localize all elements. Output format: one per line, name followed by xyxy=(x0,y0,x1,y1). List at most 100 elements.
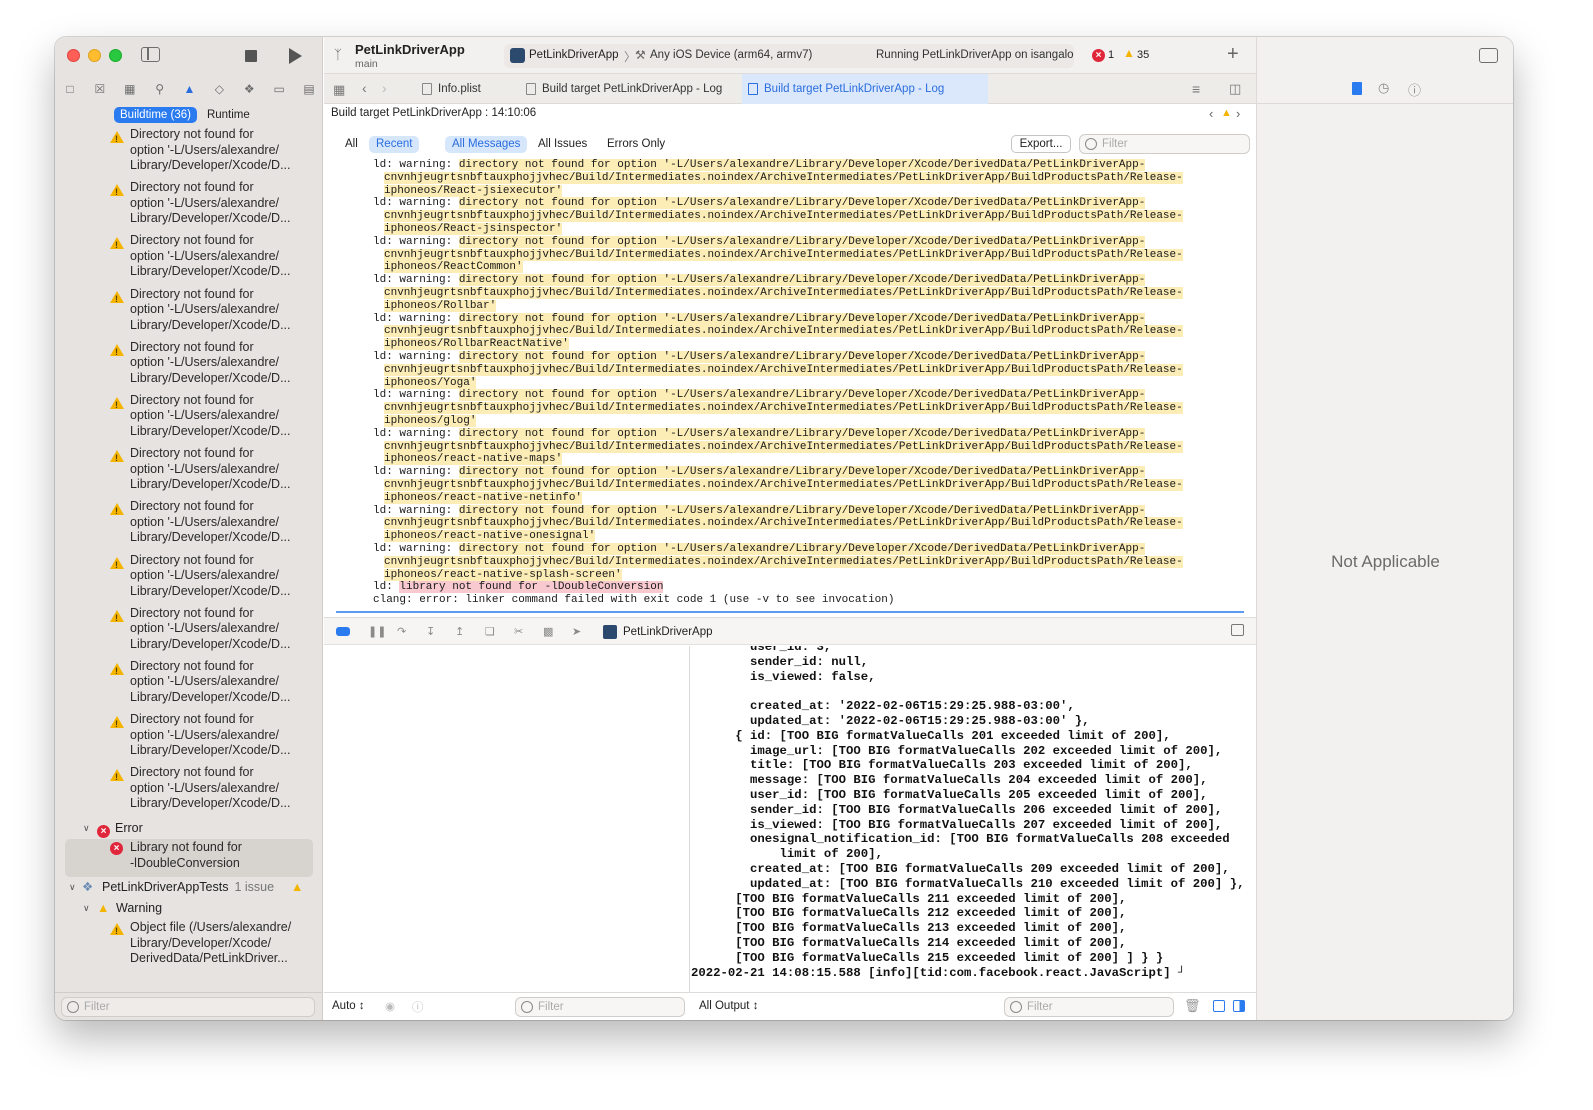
error-count[interactable]: 1 xyxy=(1108,49,1114,61)
tab-build-log-1[interactable]: Build target PetLinkDriverApp - Log xyxy=(520,74,740,104)
console-line: limit of 200], xyxy=(691,847,883,862)
file-inspector-icon[interactable] xyxy=(1352,82,1362,95)
back-icon[interactable]: ‹ xyxy=(362,80,367,96)
plist-icon xyxy=(422,83,432,95)
variables-scope-select[interactable]: Auto ↕ xyxy=(332,1000,365,1012)
log-filter-input[interactable]: Filter xyxy=(1079,134,1250,154)
forward-icon[interactable]: › xyxy=(382,80,387,96)
warning-issue-item[interactable]: Directory not found foroption '-L/Users/… xyxy=(55,446,323,499)
inspector-toggle-icon[interactable] xyxy=(1479,48,1498,63)
memory-graph-icon[interactable]: ✂ xyxy=(514,626,528,638)
console-filter-input[interactable]: Filter xyxy=(1004,997,1174,1017)
tab-build-log-2[interactable]: Build target PetLinkDriverApp - Log xyxy=(742,74,988,104)
sidebar-toggle-icon[interactable] xyxy=(141,47,160,62)
export-button[interactable]: Export... xyxy=(1011,135,1071,153)
warning-issue-item[interactable]: Directory not found foroption '-L/Users/… xyxy=(55,606,323,659)
filter-recent[interactable]: Recent xyxy=(369,136,420,153)
help-icon[interactable]: ⓘ xyxy=(1408,80,1421,99)
warning-issue-item[interactable]: Directory not found foroption '-L/Users/… xyxy=(55,712,323,765)
chevron-down-icon[interactable]: ∨ xyxy=(83,818,90,839)
console-output: user_id: 3, sender_id: null, is_viewed: … xyxy=(691,646,1256,992)
add-icon[interactable]: + xyxy=(1227,43,1239,66)
warning-issue-item[interactable]: Directory not found foroption '-L/Users/… xyxy=(55,553,323,606)
maximize-console-icon[interactable] xyxy=(1231,624,1244,636)
warning-issue-item[interactable]: Directory not found foroption '-L/Users/… xyxy=(55,340,323,393)
search-icon[interactable]: ⚲ xyxy=(153,82,167,96)
location-icon[interactable]: ➤ xyxy=(572,626,586,638)
filter-all[interactable]: All xyxy=(338,136,365,153)
warning-issue-item[interactable]: Directory not found foroption '-L/Users/… xyxy=(55,287,323,340)
show-variables-icon[interactable] xyxy=(1213,1000,1225,1012)
zoom-window-button[interactable] xyxy=(109,49,122,62)
pause-icon[interactable]: ❚❚ xyxy=(368,626,386,638)
error-issue-item[interactable]: × Library not found for -lDoubleConversion xyxy=(55,839,323,877)
folder-icon[interactable]: □ xyxy=(63,82,77,96)
stop-icon[interactable] xyxy=(245,50,257,62)
error-group[interactable]: ∨ × Error xyxy=(55,818,323,839)
step-into-icon[interactable]: ↧ xyxy=(426,626,440,638)
log-warning-entry: ld: warning: directory not found for opt… xyxy=(373,235,1224,274)
warning-issue-item[interactable]: Directory not found foroption '-L/Users/… xyxy=(55,659,323,712)
navigator-filter-input[interactable]: Filter xyxy=(61,997,315,1017)
process-label[interactable]: PetLinkDriverApp xyxy=(623,626,712,638)
warning-issue-item[interactable]: Directory not found foroption '-L/Users/… xyxy=(55,233,323,286)
breakpoint-icon[interactable]: ▭ xyxy=(272,82,286,96)
filter-all-messages[interactable]: All Messages xyxy=(445,136,528,153)
info-icon[interactable]: ⓘ xyxy=(412,999,424,1015)
warning-issue-item[interactable]: Directory not found foroption '-L/Users/… xyxy=(55,499,323,552)
grid-icon[interactable]: ▦ xyxy=(333,82,345,98)
warning-issue-item[interactable]: Directory not found foroption '-L/Users/… xyxy=(55,393,323,446)
warning-issue-item[interactable]: Directory not found foroption '-L/Users/… xyxy=(55,127,323,180)
warning-count[interactable]: 35 xyxy=(1137,49,1149,61)
issue-navigator-icon[interactable]: ▲ xyxy=(183,82,197,96)
debug-icon[interactable]: ❖ xyxy=(242,82,256,96)
run-icon[interactable] xyxy=(289,48,302,64)
segment-buildtime[interactable]: Buildtime (36) xyxy=(114,107,197,123)
console-line: [TOO BIG formatValueCalls 212 exceeded l… xyxy=(691,906,1127,921)
log-prefix: ld: warning: xyxy=(373,274,459,287)
step-over-icon[interactable]: ↷ xyxy=(397,626,411,638)
history-icon[interactable]: ◷ xyxy=(1378,80,1389,96)
chevron-down-icon[interactable]: ∨ xyxy=(83,898,90,919)
step-out-icon[interactable]: ↥ xyxy=(455,626,469,638)
close-window-button[interactable] xyxy=(67,49,80,62)
warning-icon xyxy=(110,503,124,520)
object-file-issue-item[interactable]: Object file (/Users/alexandre/Library/De… xyxy=(55,919,323,972)
hide-debug-area-icon[interactable] xyxy=(336,627,350,636)
project-name[interactable]: PetLinkDriverApp xyxy=(355,42,465,57)
show-console-icon[interactable] xyxy=(1233,1000,1245,1012)
next-issue-icon[interactable]: › xyxy=(1236,106,1240,121)
issue-line: Directory not found for xyxy=(130,765,254,780)
test-icon[interactable]: ◇ xyxy=(212,82,226,96)
error-count-icon[interactable]: × xyxy=(1092,49,1105,62)
editor-options-icon[interactable]: ≡ xyxy=(1192,81,1200,97)
warning-issue-item[interactable]: Directory not found foroption '-L/Users/… xyxy=(55,765,323,818)
hierarchy-icon[interactable]: ▦ xyxy=(123,82,137,96)
process-icon xyxy=(603,625,617,639)
warning-group[interactable]: ∨ ▲ Warning xyxy=(55,898,323,919)
report-icon[interactable]: ▤ xyxy=(302,82,316,96)
trash-icon[interactable]: 🗑 xyxy=(1184,998,1201,1014)
warning-issue-item[interactable]: Directory not found foroption '-L/Users/… xyxy=(55,180,323,233)
view-hierarchy-icon[interactable]: ❏ xyxy=(485,626,499,638)
tab-info-plist[interactable]: Info.plist xyxy=(416,74,518,104)
segment-runtime[interactable]: Runtime xyxy=(201,107,256,123)
tests-target-group[interactable]: ∨ ❖ PetLinkDriverAppTests 1 issue ▲ xyxy=(55,877,323,898)
variables-filter-input[interactable]: Filter xyxy=(515,997,685,1017)
environment-icon[interactable]: ▩ xyxy=(543,626,557,638)
scheme-selector[interactable]: PetLinkDriverApp xyxy=(529,49,618,61)
issue-line: Directory not found for xyxy=(130,499,254,514)
filter-all-issues[interactable]: All Issues xyxy=(531,136,594,153)
output-select[interactable]: All Output ↕ xyxy=(699,1000,758,1012)
filter-errors-only[interactable]: Errors Only xyxy=(600,136,672,153)
minimize-window-button[interactable] xyxy=(88,49,101,62)
split-editor-icon[interactable]: ◫ xyxy=(1229,81,1241,97)
console-line: user_id: [TOO BIG formatValueCalls 205 e… xyxy=(691,787,1208,802)
eye-icon[interactable]: ◉ xyxy=(385,999,395,1013)
warning-count-icon[interactable]: ▲ xyxy=(1123,46,1135,60)
prev-issue-icon[interactable]: ‹ xyxy=(1209,106,1213,121)
destination-selector[interactable]: Any iOS Device (arm64, armv7) xyxy=(650,49,812,61)
log-warning-text: cnvnhjeugrtsnbftauxphojjvhec/Build/Inter… xyxy=(384,478,1183,491)
chevron-down-icon[interactable]: ∨ xyxy=(69,877,76,898)
source-control-icon[interactable]: ☒ xyxy=(93,82,107,96)
